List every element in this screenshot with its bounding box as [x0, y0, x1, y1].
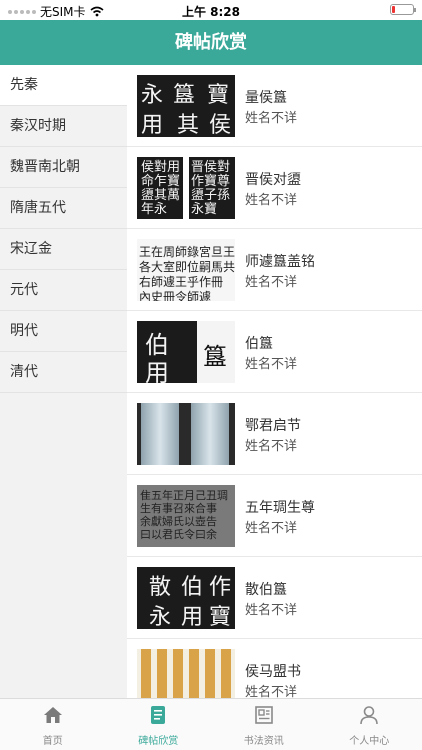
list-item[interactable]: 鄂君启节 姓名不详: [127, 393, 422, 475]
rubbing-thumbnail: 永簋寶 用其侯: [137, 75, 235, 137]
item-author: 姓名不详: [245, 603, 298, 618]
document-icon: [151, 706, 166, 724]
item-title: 量侯簋: [245, 90, 287, 106]
bamboo-slips-thumbnail: [137, 649, 235, 698]
list-item[interactable]: 散伯作 永用寶 散伯簋 姓名不详: [127, 557, 422, 639]
rubbing-thumbnail: 伯 用 簋: [137, 321, 235, 383]
item-author: 姓名不详: [245, 439, 298, 454]
item-author: 姓名不详: [245, 111, 298, 126]
home-icon: [43, 707, 62, 723]
tab-label: 首页: [42, 736, 63, 747]
tab-bar: 首页 碑帖欣赏 书法资讯 个人中心: [0, 698, 422, 750]
sidebar-item-songliaojin[interactable]: 宋辽金: [0, 229, 127, 270]
sidebar-item-qinhan[interactable]: 秦汉时期: [0, 106, 127, 147]
rubbing-thumbnail: 隹五年正月己丑琱 生有事召來合事 余獻婦氏以壺告 曰以君氏令曰余: [137, 485, 235, 547]
item-title: 师遽簋盖铭: [245, 254, 315, 270]
item-author: 姓名不详: [245, 685, 298, 698]
list-item[interactable]: 伯 用 簋 伯簋 姓名不详: [127, 311, 422, 393]
tab-label: 书法资讯: [243, 736, 284, 747]
list-item[interactable]: 永簋寶 用其侯 量侯簋 姓名不详: [127, 65, 422, 147]
calligraphy-list: 永簋寶 用其侯 量侯簋 姓名不详 侯對用 命乍寶 盨其萬 年永 晋侯對 作寶尊 盨子孫 永寶…: [127, 65, 422, 698]
list-item[interactable]: 王在周師錄宮旦王 各大室即位嗣馬共 右師遽王乎作冊 內史冊令師遽 师遽簋盖铭 姓名不详: [127, 229, 422, 311]
tab-label: 个人中心: [349, 736, 390, 747]
tab-news[interactable]: 书法资讯: [211, 699, 317, 750]
sidebar-item-ming[interactable]: 明代: [0, 311, 127, 352]
tab-profile[interactable]: 个人中心: [317, 699, 422, 750]
battery-icon: [390, 4, 416, 15]
person-icon: [360, 706, 379, 725]
item-author: 姓名不详: [245, 275, 298, 290]
status-time: 上午 8:28: [181, 5, 241, 19]
item-title: 散伯簋: [245, 582, 287, 598]
sidebar-item-yuan[interactable]: 元代: [0, 270, 127, 311]
item-title: 鄂君启节: [245, 418, 301, 434]
item-title: 伯簋: [245, 336, 273, 352]
item-author: 姓名不详: [245, 521, 298, 536]
sidebar-item-xianqin[interactable]: 先秦: [0, 65, 127, 106]
bronze-tally-thumbnail: [137, 403, 235, 465]
inscription-thumbnail: 王在周師錄宮旦王 各大室即位嗣馬共 右師遽王乎作冊 內史冊令師遽: [137, 239, 235, 301]
status-bar: 无SIM卡 上午 8:28: [0, 0, 422, 20]
category-sidebar: 先秦 秦汉时期 魏晋南北朝 隋唐五代 宋辽金 元代 明代 清代: [0, 65, 127, 698]
item-title: 侯马盟书: [245, 664, 301, 680]
rubbing-thumbnail: 侯對用 命乍寶 盨其萬 年永 晋侯對 作寶尊 盨子孫 永寶: [137, 157, 235, 219]
item-author: 姓名不详: [245, 193, 298, 208]
page-title: 碑帖欣赏: [0, 20, 422, 65]
sidebar-item-qing[interactable]: 清代: [0, 352, 127, 393]
list-item[interactable]: 侯马盟书 姓名不详: [127, 639, 422, 698]
item-title: 晋侯对盨: [245, 172, 301, 188]
sidebar-item-weijin[interactable]: 魏晋南北朝: [0, 147, 127, 188]
item-title: 五年琱生尊: [245, 500, 315, 516]
sidebar-item-suitang[interactable]: 隋唐五代: [0, 188, 127, 229]
tab-calligraphy[interactable]: 碑帖欣赏: [106, 699, 212, 750]
tab-label: 碑帖欣赏: [138, 736, 179, 747]
list-item[interactable]: 侯對用 命乍寶 盨其萬 年永 晋侯對 作寶尊 盨子孫 永寶 晋侯对盨 姓名不详: [127, 147, 422, 229]
tab-home[interactable]: 首页: [0, 699, 106, 750]
list-item[interactable]: 隹五年正月己丑琱 生有事召來合事 余獻婦氏以壺告 曰以君氏令曰余 五年琱生尊 姓名不详: [127, 475, 422, 557]
item-author: 姓名不详: [245, 357, 298, 372]
news-icon: [254, 706, 273, 724]
rubbing-thumbnail: 散伯作 永用寶: [137, 567, 235, 629]
